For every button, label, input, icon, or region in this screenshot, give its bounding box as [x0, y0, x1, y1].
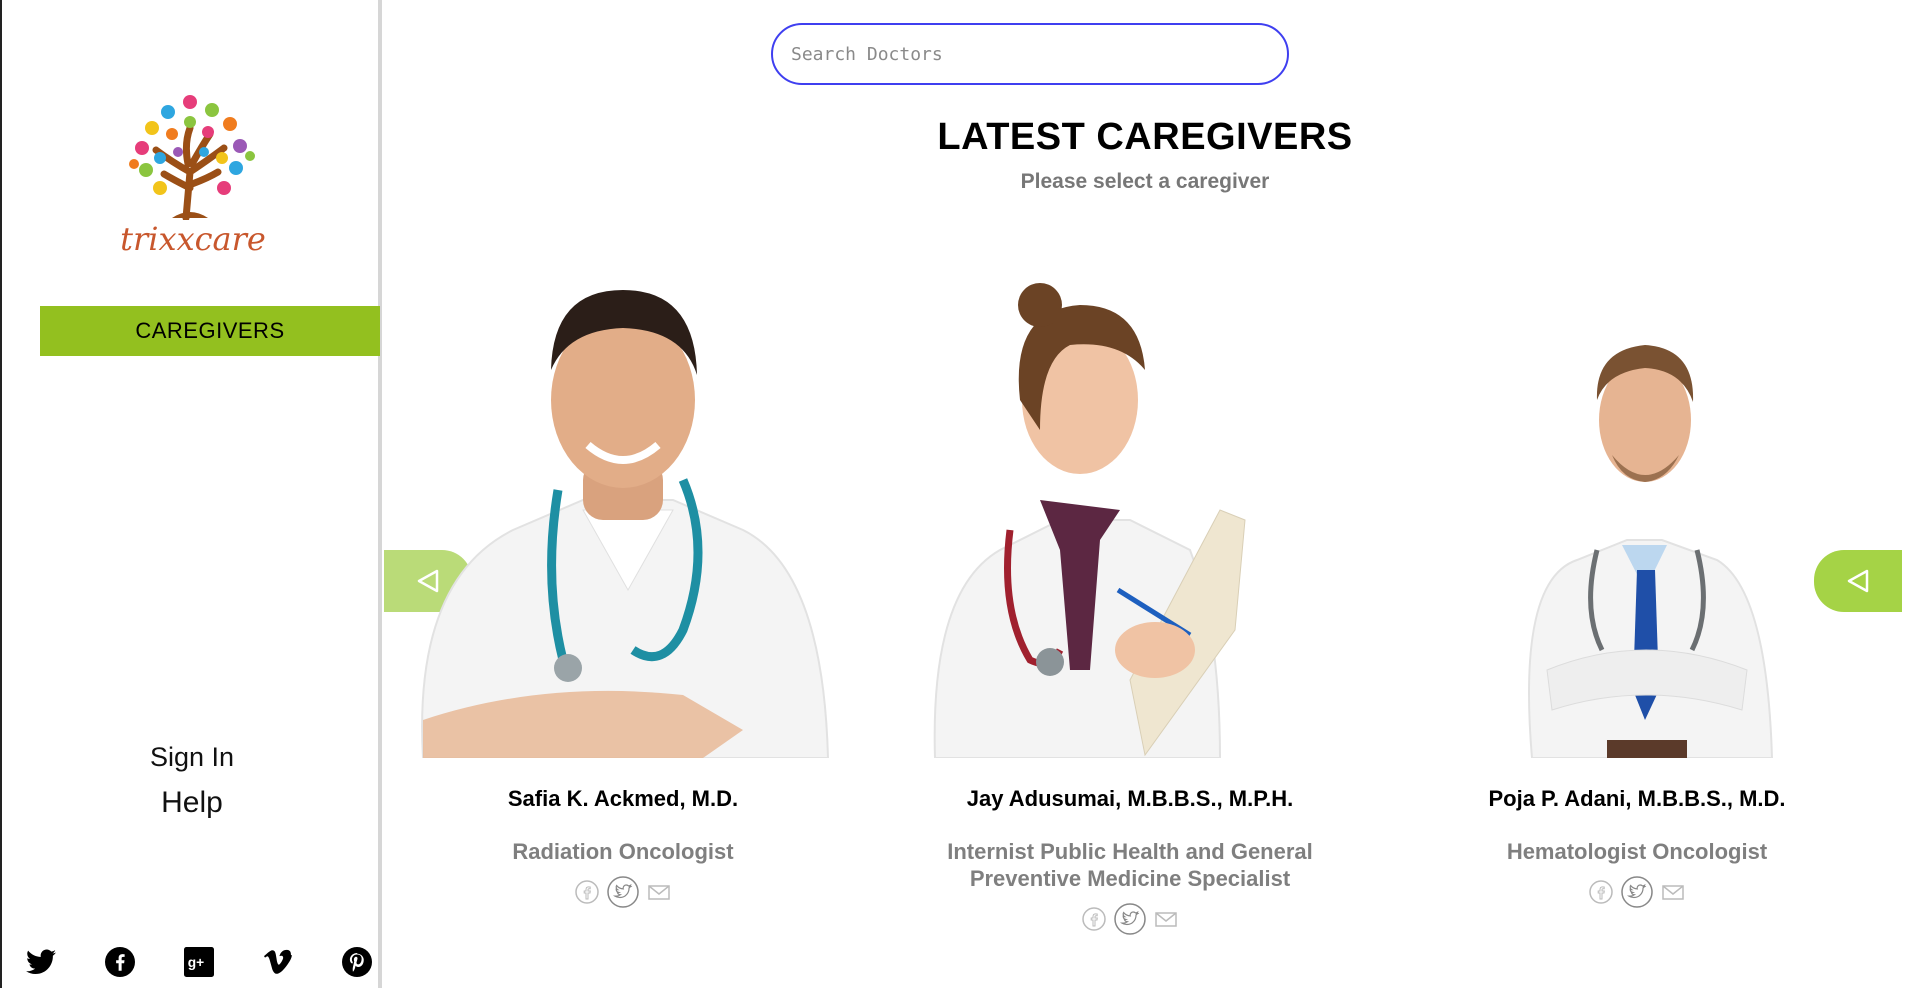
help-link[interactable]: Help	[2, 786, 382, 820]
twitter-icon[interactable]	[24, 945, 58, 979]
caregiver-photo[interactable]	[890, 250, 1370, 759]
caregiver-name[interactable]: Safia K. Ackmed, M.D.	[383, 786, 863, 812]
mail-icon[interactable]	[1153, 908, 1179, 930]
sign-in-link[interactable]: Sign In	[2, 742, 382, 773]
section-subtitle: Please select a caregiver	[1020, 170, 1270, 193]
caregiver-specialty: Hematologist Oncologist	[1506, 839, 1768, 864]
caregiver-social-links	[383, 875, 863, 909]
sidebar-item-caregivers[interactable]: CAREGIVERS	[40, 306, 380, 356]
facebook-icon[interactable]	[574, 879, 600, 905]
caregiver-name[interactable]: Jay Adusumai, M.B.B.S., M.P.H.	[890, 786, 1370, 812]
search-input[interactable]	[771, 23, 1289, 85]
doctor-portrait-image	[933, 283, 1246, 759]
caregiver-name[interactable]: Poja P. Adani, M.B.B.S., M.D.	[1397, 786, 1877, 812]
twitter-icon[interactable]	[606, 875, 640, 909]
doctor-portrait-image	[1528, 345, 1774, 759]
trixxcare-logo[interactable]: trixxcare	[112, 88, 274, 264]
vimeo-icon[interactable]	[261, 945, 295, 979]
caregiver-card[interactable]: Jay Adusumai, M.B.B.S., M.P.H. Internist…	[890, 250, 1370, 936]
pinterest-icon[interactable]	[340, 945, 374, 979]
facebook-icon[interactable]	[103, 945, 137, 979]
tree-logo-icon	[129, 95, 255, 222]
google-plus-icon[interactable]: g+	[182, 945, 216, 979]
caregiver-social-links	[890, 902, 1370, 936]
sidebar: trixxcare CAREGIVERS Sign In Help g+	[0, 0, 382, 988]
svg-text:g+: g+	[188, 955, 204, 970]
caregiver-social-links	[1397, 875, 1877, 909]
doctor-portrait-image	[421, 290, 830, 759]
facebook-icon[interactable]	[1081, 906, 1107, 932]
twitter-icon[interactable]	[1620, 875, 1654, 909]
caregiver-photo[interactable]	[383, 250, 863, 759]
brand-name: trixxcare	[120, 220, 266, 258]
twitter-icon[interactable]	[1113, 902, 1147, 936]
caregiver-photo[interactable]	[1397, 250, 1877, 759]
mail-icon[interactable]	[646, 881, 672, 903]
caregiver-card[interactable]: Safia K. Ackmed, M.D. Radiation Oncologi…	[383, 250, 863, 909]
social-links: g+	[24, 945, 374, 979]
mail-icon[interactable]	[1660, 881, 1686, 903]
caregiver-specialty: Internist Public Health and General Prev…	[947, 839, 1313, 891]
facebook-icon[interactable]	[1588, 879, 1614, 905]
caregiver-card[interactable]: Poja P. Adani, M.B.B.S., M.D. Hematologi…	[1397, 250, 1877, 909]
section-title: LATEST CAREGIVERS	[937, 116, 1353, 158]
caregiver-specialty: Radiation Oncologist	[512, 839, 734, 864]
